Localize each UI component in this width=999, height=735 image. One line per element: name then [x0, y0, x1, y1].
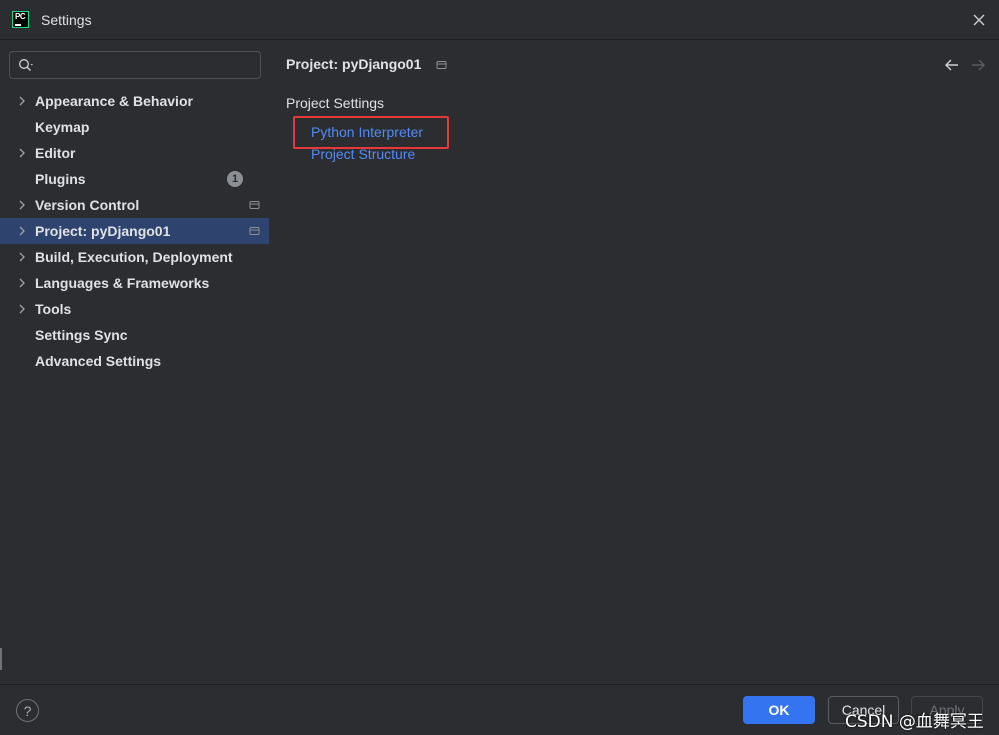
sidebar-item-tools[interactable]: Tools — [0, 296, 269, 322]
ok-button[interactable]: OK — [743, 696, 815, 724]
arrow-left-icon — [945, 59, 958, 71]
pycharm-app-icon: PC — [12, 11, 29, 28]
chevron-right-icon[interactable] — [17, 278, 27, 288]
apply-button[interactable]: Apply — [911, 696, 983, 724]
sidebar-item-label: Editor — [35, 145, 76, 161]
sidebar-item-build-execution-deployment[interactable]: Build, Execution, Deployment — [0, 244, 269, 270]
settings-content: Project: pyDjango01 Project Settings Pyt… — [270, 41, 999, 684]
sidebar-item-label: Appearance & Behavior — [35, 93, 193, 109]
sidebar-item-version-control[interactable]: Version Control — [0, 192, 269, 218]
chevron-right-icon[interactable] — [17, 226, 27, 236]
chevron-right-icon[interactable] — [17, 252, 27, 262]
forward-button[interactable] — [969, 57, 987, 73]
window-edge-marker — [0, 648, 2, 670]
help-button[interactable]: ? — [16, 699, 39, 722]
sidebar-item-project[interactable]: Project: pyDjango01 — [0, 218, 269, 244]
back-button[interactable] — [943, 57, 961, 73]
search-icon — [19, 59, 33, 71]
page-title: Project: pyDjango01 — [286, 56, 422, 72]
settings-sidebar: Appearance & Behavior Keymap Editor Plug… — [0, 41, 270, 684]
sidebar-item-advanced-settings[interactable]: Advanced Settings — [0, 348, 269, 374]
dialog-footer: ? OK Cancel Apply CSDN @血舞冥王 — [0, 684, 999, 735]
window-title: Settings — [41, 12, 92, 28]
chevron-right-icon[interactable] — [17, 148, 27, 158]
sidebar-item-label: Advanced Settings — [35, 353, 162, 369]
project-structure-link[interactable]: Project Structure — [311, 146, 415, 162]
sidebar-item-keymap[interactable]: Keymap — [0, 114, 269, 140]
project-scope-icon — [436, 61, 447, 69]
sidebar-item-label: Settings Sync — [35, 327, 128, 343]
close-button[interactable] — [967, 8, 991, 32]
sidebar-item-appearance-behavior[interactable]: Appearance & Behavior — [0, 88, 269, 114]
project-scope-icon — [249, 227, 260, 235]
chevron-right-icon[interactable] — [17, 200, 27, 210]
python-interpreter-link[interactable]: Python Interpreter — [311, 124, 423, 140]
project-scope-icon — [249, 201, 260, 209]
sidebar-item-label: Keymap — [35, 119, 90, 135]
sidebar-item-plugins[interactable]: Plugins 1 — [0, 166, 269, 192]
arrow-right-icon — [972, 59, 985, 71]
title-bar: PC Settings — [0, 0, 999, 40]
close-icon — [973, 14, 985, 26]
sidebar-item-label: Languages & Frameworks — [35, 275, 210, 291]
chevron-right-icon[interactable] — [17, 96, 27, 106]
app-icon-text: PC — [15, 12, 26, 21]
cancel-button[interactable]: Cancel — [828, 696, 899, 724]
sidebar-item-label: Build, Execution, Deployment — [35, 249, 233, 265]
app-icon-bar — [15, 24, 21, 26]
sidebar-item-settings-sync[interactable]: Settings Sync — [0, 322, 269, 348]
chevron-right-icon[interactable] — [17, 304, 27, 314]
sidebar-item-label: Project: pyDjango01 — [35, 223, 171, 239]
search-input[interactable] — [9, 51, 261, 79]
sidebar-item-languages-frameworks[interactable]: Languages & Frameworks — [0, 270, 269, 296]
sidebar-item-label: Tools — [35, 301, 72, 317]
section-label: Project Settings — [286, 95, 385, 111]
sidebar-item-label: Plugins — [35, 171, 86, 187]
plugins-update-badge: 1 — [227, 171, 243, 187]
settings-tree: Appearance & Behavior Keymap Editor Plug… — [0, 88, 270, 374]
sidebar-item-editor[interactable]: Editor — [0, 140, 269, 166]
settings-dialog: PC Settings Appearance & Behavior Keymap… — [0, 0, 999, 735]
sidebar-item-label: Version Control — [35, 197, 140, 213]
